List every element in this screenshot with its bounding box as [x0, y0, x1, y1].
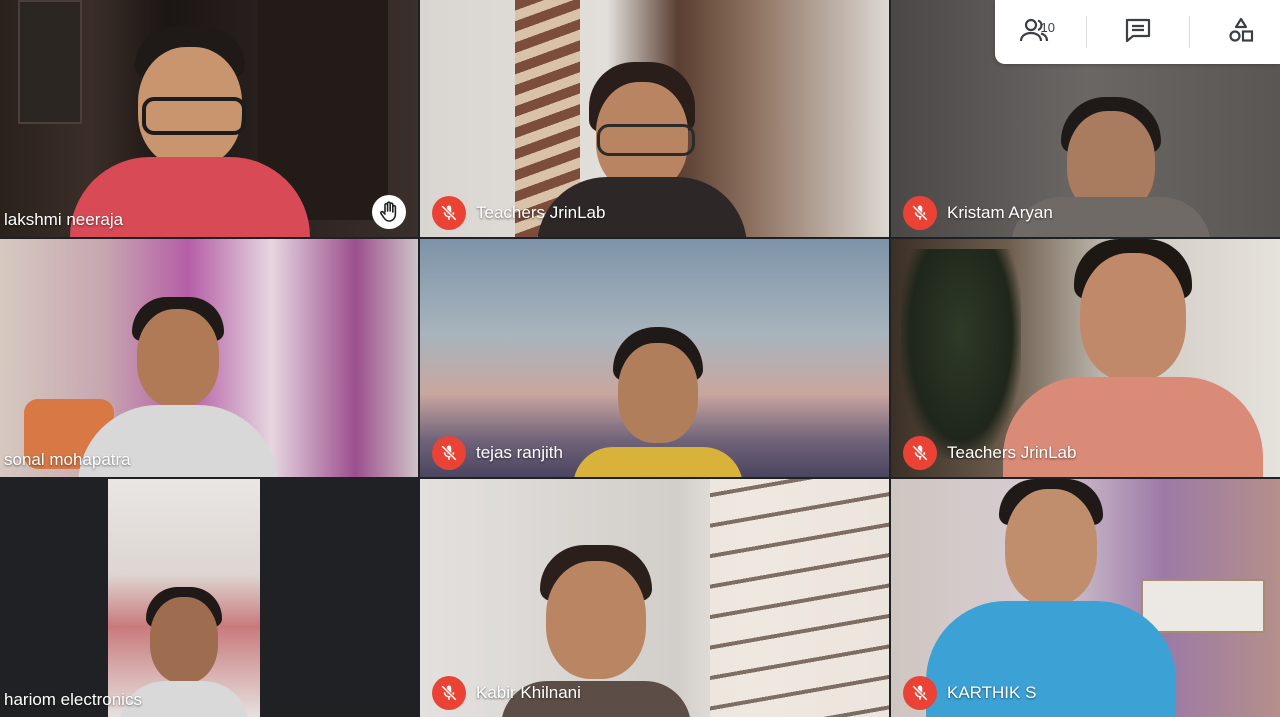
- mic-off-icon: [903, 676, 937, 710]
- participant-name: tejas ranjith: [476, 443, 563, 462]
- meeting-toolbar: 10: [995, 0, 1280, 64]
- toolbar-divider: [1085, 16, 1087, 48]
- raised-hand-icon: [372, 195, 406, 229]
- participant-tile[interactable]: hariom electronics: [0, 479, 418, 717]
- activities-button[interactable]: [1213, 8, 1269, 56]
- glasses-icon: [597, 124, 695, 156]
- people-button[interactable]: 10: [1007, 8, 1063, 56]
- participant-name: Kabir Khilnani: [476, 683, 581, 702]
- participant-tile[interactable]: tejas ranjith: [420, 239, 889, 477]
- participant-name: lakshmi neeraja: [4, 210, 124, 229]
- portrait-video: [108, 479, 260, 717]
- participant-video: [573, 327, 743, 477]
- mic-off-icon: [903, 196, 937, 230]
- activities-icon: [1227, 16, 1255, 49]
- mic-off-icon: [432, 196, 466, 230]
- toolbar-divider: [1188, 16, 1190, 48]
- participant-name: Kristam Aryan: [947, 203, 1053, 222]
- participant-video: [70, 27, 310, 237]
- participant-tile[interactable]: KARTHIK S: [891, 479, 1280, 717]
- participant-count: 10: [1040, 20, 1055, 35]
- mic-off-icon: [903, 436, 937, 470]
- participant-tile[interactable]: sonal mohapatra: [0, 239, 418, 477]
- meeting-grid: lakshmi neeraja Teachers JrinLab Kristam…: [0, 0, 1280, 717]
- participant-name: Teachers JrinLab: [947, 443, 1077, 462]
- participant-tile[interactable]: Teachers JrinLab: [420, 0, 889, 237]
- participant-name: Teachers JrinLab: [476, 203, 606, 222]
- glasses-icon: [142, 97, 246, 135]
- participant-tile[interactable]: Teachers JrinLab: [891, 239, 1280, 477]
- participant-name: KARTHIK S: [947, 683, 1037, 702]
- chat-button[interactable]: [1110, 8, 1166, 56]
- chat-icon: [1124, 17, 1152, 48]
- curtain: [710, 479, 889, 717]
- participant-tile[interactable]: Kabir Khilnani: [420, 479, 889, 717]
- participant-name: sonal mohapatra: [4, 450, 131, 469]
- participant-name: hariom electronics: [4, 690, 142, 709]
- mic-off-icon: [432, 436, 466, 470]
- mic-off-icon: [432, 676, 466, 710]
- participant-tile[interactable]: lakshmi neeraja: [0, 0, 418, 237]
